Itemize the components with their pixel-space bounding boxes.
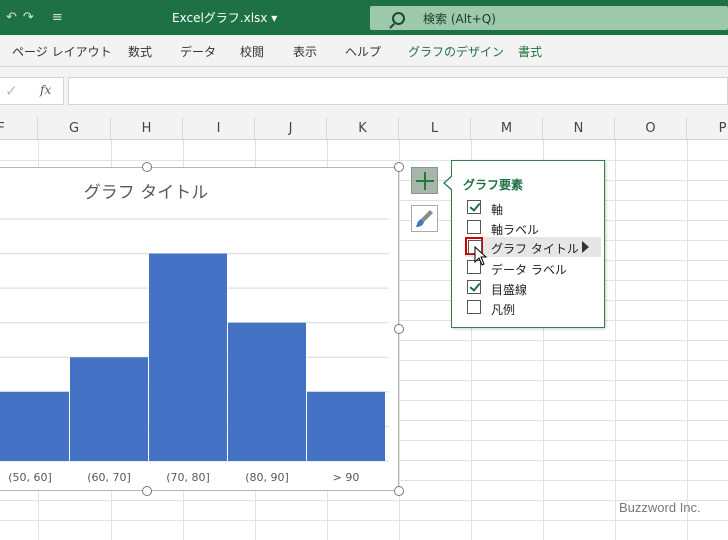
x-tick-label: (70, 80] [166,471,210,484]
legend-label: 凡例 [491,303,516,317]
gridlines-label: 目盛線 [491,283,528,297]
insert-function-button[interactable]: fx [40,83,51,97]
quick-access-toolbar: ↶ ↷ ≡ [0,0,63,35]
column-header-h[interactable]: H [111,117,183,140]
chart-elements-flyout: グラフ要素 軸 軸ラベル グラフ タイトル データ ラベル 目盛線 凡例 [451,160,605,328]
tab-page-layout[interactable]: ページ レイアウト [12,43,112,60]
chart-area[interactable]: (50, 60] (60, 70] (70, 80] (80, 90] > 90 グラフ… [0,167,399,491]
mouse-cursor-icon [474,246,488,266]
resize-handle-top-right[interactable] [394,162,404,172]
flyout-header: グラフ要素 [463,178,524,192]
file-name[interactable]: Excelグラフ.xlsx ▾ [172,9,277,26]
formula-buttons: ✓ fx [0,77,64,105]
chart-elements-button[interactable] [411,167,438,194]
chart-title-label: グラフ タイトル [491,242,579,256]
chart-title[interactable]: グラフ タイトル [0,178,301,203]
chart-bar[interactable] [149,253,227,461]
x-tick-label: (60, 70] [87,471,131,484]
column-header-i[interactable]: I [183,117,255,140]
column-header-p[interactable]: P [687,117,728,140]
chart-element-legend[interactable]: 凡例 [465,298,601,318]
ribbon-tabs: ページ レイアウト 数式 データ 校閲 表示 ヘルプ グラフのデザイン 書式 [0,35,728,67]
chart-element-axis-titles[interactable]: 軸ラベル [465,218,601,238]
chart-styles-button[interactable] [411,205,438,232]
title-bar: ↶ ↷ ≡ Excelグラフ.xlsx ▾ 検索 (Alt+Q) [0,0,728,35]
customize-qat-icon[interactable]: ≡ [52,10,63,25]
search-icon [392,11,405,25]
resize-handle-bottom[interactable] [142,486,152,496]
watermark: Buzzword Inc. [619,500,701,515]
search-box[interactable]: 検索 (Alt+Q) [370,6,728,30]
chart-element-gridlines[interactable]: 目盛線 [465,278,601,298]
column-header-l[interactable]: L [399,117,471,140]
chart-bar[interactable] [70,357,148,461]
tab-review[interactable]: 校閲 [240,43,264,60]
histogram-chart: (50, 60] (60, 70] (70, 80] (80, 90] > 90 [0,218,389,484]
tab-chart-design[interactable]: グラフのデザイン [408,43,504,60]
axes-label: 軸 [491,203,504,217]
chart-bar[interactable] [307,391,385,461]
data-labels-label: データ ラベル [491,263,567,277]
legend-checkbox[interactable] [467,300,481,314]
tab-view[interactable]: 表示 [293,43,317,60]
tab-formulas[interactable]: 数式 [128,43,152,60]
column-header-g[interactable]: G [38,117,111,140]
chart-bar[interactable] [228,322,306,461]
column-header-f[interactable]: F [0,117,38,140]
enter-check-icon[interactable]: ✓ [5,82,18,100]
x-tick-label: (50, 60] [8,471,52,484]
tab-data[interactable]: データ [180,43,216,60]
search-placeholder: 検索 (Alt+Q) [423,11,496,26]
undo-icon[interactable]: ↶ [6,10,17,25]
gridlines-checkbox[interactable] [467,280,481,294]
column-header-j[interactable]: J [255,117,327,140]
axis-titles-checkbox[interactable] [467,220,481,234]
brush-icon [416,210,433,227]
column-header-o[interactable]: O [615,117,687,140]
column-header-n[interactable]: N [543,117,615,140]
resize-handle-right[interactable] [394,324,404,334]
column-headers: F G H I J K L M N O P [0,117,728,140]
axes-checkbox[interactable] [467,200,481,214]
redo-icon[interactable]: ↷ [23,10,34,25]
column-header-k[interactable]: K [327,117,399,140]
submenu-arrow-icon[interactable] [582,241,589,253]
resize-handle-top[interactable] [142,162,152,172]
flyout-pointer-inner [445,176,453,190]
x-tick-label: (80, 90] [245,471,289,484]
tab-help[interactable]: ヘルプ [345,43,381,60]
chart-element-axes[interactable]: 軸 [465,198,601,218]
x-tick-label: > 90 [333,471,360,484]
axis-titles-label: 軸ラベル [491,223,540,237]
formula-bar: ✓ fx [0,67,728,117]
formula-input[interactable] [68,77,728,105]
chart-bar[interactable] [0,391,69,461]
tab-format[interactable]: 書式 [518,43,542,60]
column-header-m[interactable]: M [471,117,543,140]
resize-handle-bottom-right[interactable] [394,486,404,496]
